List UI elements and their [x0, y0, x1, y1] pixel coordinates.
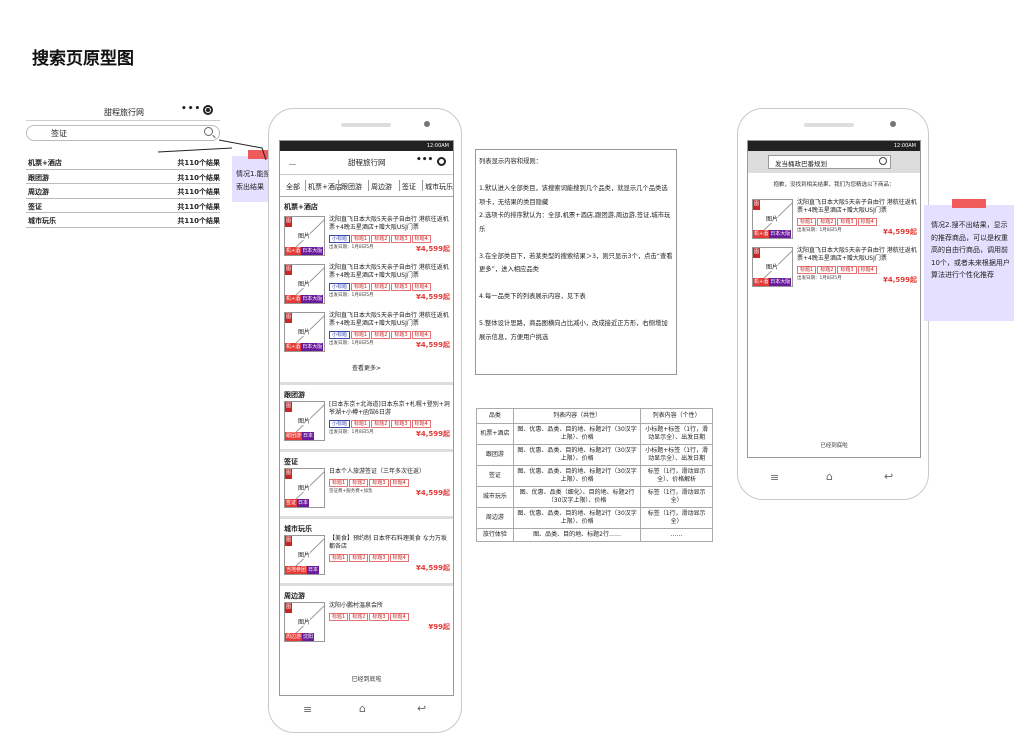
connector-lines: [157, 139, 267, 161]
connector-note-to-phone: [218, 139, 267, 161]
connector-mini-to-note: [157, 147, 233, 153]
